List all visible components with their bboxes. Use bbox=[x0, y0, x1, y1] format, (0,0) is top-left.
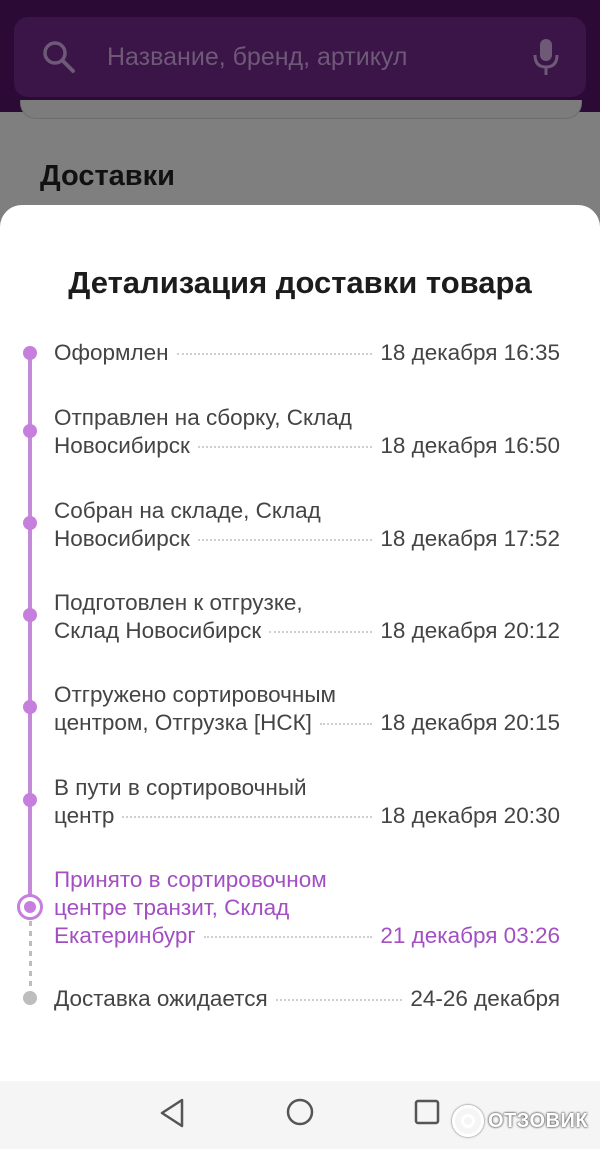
timeline-step: Отгружено сортировочным центром, Отгрузка… bbox=[54, 682, 560, 738]
section-heading: Доставки bbox=[40, 160, 175, 192]
step-status-text: Принято в сортировочном bbox=[54, 867, 327, 892]
recents-square-icon[interactable] bbox=[414, 1099, 440, 1125]
step-status-text: Отгружено сортировочным bbox=[54, 682, 336, 707]
step-status-text: Склад Новосибирск bbox=[54, 618, 262, 643]
step-status-text: Подготовлен к отгрузке, bbox=[54, 590, 303, 615]
search-icon[interactable] bbox=[42, 40, 76, 74]
timeline-step: Собран на складе, Склад Новосибирск 18 дек… bbox=[54, 498, 560, 554]
watermark-text: ОТЗОВИК bbox=[488, 1109, 589, 1132]
microphone-icon[interactable] bbox=[532, 38, 560, 76]
dotted-leader bbox=[319, 723, 373, 725]
background-card bbox=[20, 100, 582, 119]
timeline-step: Отправлен на сборку, Склад Новосибирск 18 … bbox=[54, 405, 560, 461]
step-date: 24-26 декабря bbox=[410, 986, 560, 1011]
step-status-text: центре транзит, Склад bbox=[54, 895, 290, 920]
step-status-text: центр bbox=[54, 803, 115, 828]
step-status-text: Новосибирск bbox=[54, 526, 190, 551]
dotted-leader bbox=[203, 936, 373, 938]
step-status-text: Екатеринбург bbox=[54, 923, 196, 948]
dotted-leader bbox=[197, 446, 373, 448]
watermark-logo-icon bbox=[452, 1105, 484, 1137]
step-date: 18 декабря 16:50 bbox=[380, 433, 560, 458]
step-date: 18 декабря 16:35 bbox=[380, 340, 560, 365]
step-date: 18 декабря 20:15 bbox=[380, 710, 560, 735]
search-placeholder: Название, бренд, артикул bbox=[107, 43, 408, 71]
step-status-text: Доставка ожидается bbox=[54, 986, 268, 1011]
step-date: 18 декабря 20:12 bbox=[380, 618, 560, 643]
step-status-text: Новосибирск bbox=[54, 433, 190, 458]
timeline-step: Доставка ожидается 24-26 декабря bbox=[54, 986, 560, 1014]
step-status-text: Оформлен bbox=[54, 340, 169, 365]
dotted-leader bbox=[176, 353, 373, 355]
timeline-dot bbox=[23, 516, 37, 530]
app-bar: Название, бренд, артикул bbox=[0, 0, 600, 112]
step-date: 18 декабря 17:52 bbox=[380, 526, 560, 551]
timeline-step: Оформлен 18 декабря 16:35 bbox=[54, 340, 560, 368]
timeline-current-dot bbox=[17, 894, 43, 920]
step-status-text: В пути в сортировочный bbox=[54, 775, 307, 800]
timeline-step: Подготовлен к отгрузке, Склад Новосибирск… bbox=[54, 590, 560, 646]
timeline-pending-line bbox=[29, 921, 32, 990]
dotted-leader bbox=[197, 539, 373, 541]
step-status-text: Собран на складе, Склад bbox=[54, 498, 321, 523]
step-status-text: Отправлен на сборку, Склад bbox=[54, 405, 352, 430]
step-date: 18 декабря 20:30 bbox=[380, 803, 560, 828]
timeline-dot bbox=[23, 346, 37, 360]
timeline-step: В пути в сортировочный центр 18 декабря 20… bbox=[54, 775, 560, 831]
timeline-dot bbox=[23, 793, 37, 807]
timeline-dot bbox=[23, 700, 37, 714]
timeline-dot bbox=[23, 424, 37, 438]
home-circle-icon[interactable] bbox=[286, 1098, 314, 1126]
delivery-details-sheet: Детализация доставки товара Оформлен 18 д… bbox=[0, 205, 600, 1149]
dotted-leader bbox=[275, 999, 403, 1001]
back-triangle-icon[interactable] bbox=[158, 1097, 186, 1129]
timeline-dot bbox=[23, 608, 37, 622]
dotted-leader bbox=[269, 631, 373, 633]
timeline-dot bbox=[23, 991, 37, 1005]
timeline-step: Принято в сортировочном центре транзит, С… bbox=[54, 867, 560, 951]
watermark: ОТЗОВИК bbox=[452, 1105, 588, 1137]
dotted-leader bbox=[122, 816, 373, 818]
step-status-text: центром, Отгрузка [НСК] bbox=[54, 710, 312, 735]
delivery-timeline: Оформлен 18 декабря 16:35 Отправлен на сбо… bbox=[0, 205, 600, 1149]
step-date: 21 декабря 03:26 bbox=[380, 923, 560, 948]
